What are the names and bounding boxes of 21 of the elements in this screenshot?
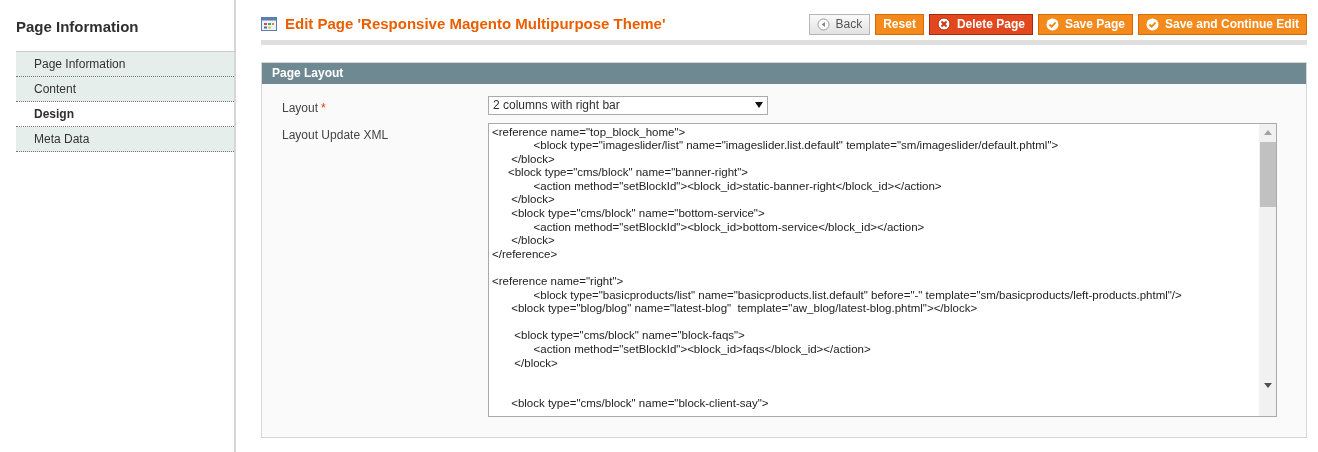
sidebar-tab[interactable]: Content: [16, 76, 234, 102]
field-label: Layout Update XML: [282, 126, 389, 144]
layout-select[interactable]: 2 columns with right bar: [488, 95, 768, 115]
sidebar-tab[interactable]: Page Information: [16, 51, 234, 77]
grid-icon: [261, 17, 277, 32]
sidebar-tab[interactable]: Meta Data: [16, 126, 234, 152]
scrollbar-thumb[interactable]: [1259, 141, 1276, 207]
required-mark: *: [321, 99, 326, 117]
delete-button[interactable]: Delete Page: [928, 13, 1033, 35]
field-label: Layout: [282, 99, 319, 117]
scroll-up-icon: [1263, 129, 1272, 135]
check-icon: [1045, 17, 1059, 31]
dropdown-arrow-icon: [755, 102, 763, 108]
check-icon: [1146, 17, 1159, 31]
section-header: Page Layout: [262, 62, 1306, 84]
back-button[interactable]: Back: [808, 13, 871, 35]
close-icon: [936, 17, 951, 32]
page-title: Edit Page 'Responsive Magento Multipurpose Theme': [285, 14, 666, 34]
sidebar-title: Page Information: [16, 16, 236, 52]
scroll-down-icon: [1263, 382, 1272, 388]
xml-textarea[interactable]: <reference name="top_block_home"> <block type="imageslider/list" name="imageslider.list.default" template="sm/imageslider/default.phtml"> </block> <block type="cms/block" name="banner-right"> <action method="setBlockId"><block_id>static-banner-right</block_id></action> </block> <block type="cms/block" name="bottom-service"> <action method="setBlockId"><block_id>bottom-service</block_id></action> </block> </reference> <reference name="right"> <block type="basicproducts/list" name="basicproducts.list.default" before="-" template="sm/basicproducts/left-products.phtml"/> <block type="blog/blog" name="latest-blog" template="aw_blog/latest-blog.phtml"></block> <block type="cms/block" name="block-faqs"> <action method="setBlockId"><block_id>faqs</block_id></action> </block> <block type="cms/block" name="block-client-say">: [488, 122, 1277, 417]
